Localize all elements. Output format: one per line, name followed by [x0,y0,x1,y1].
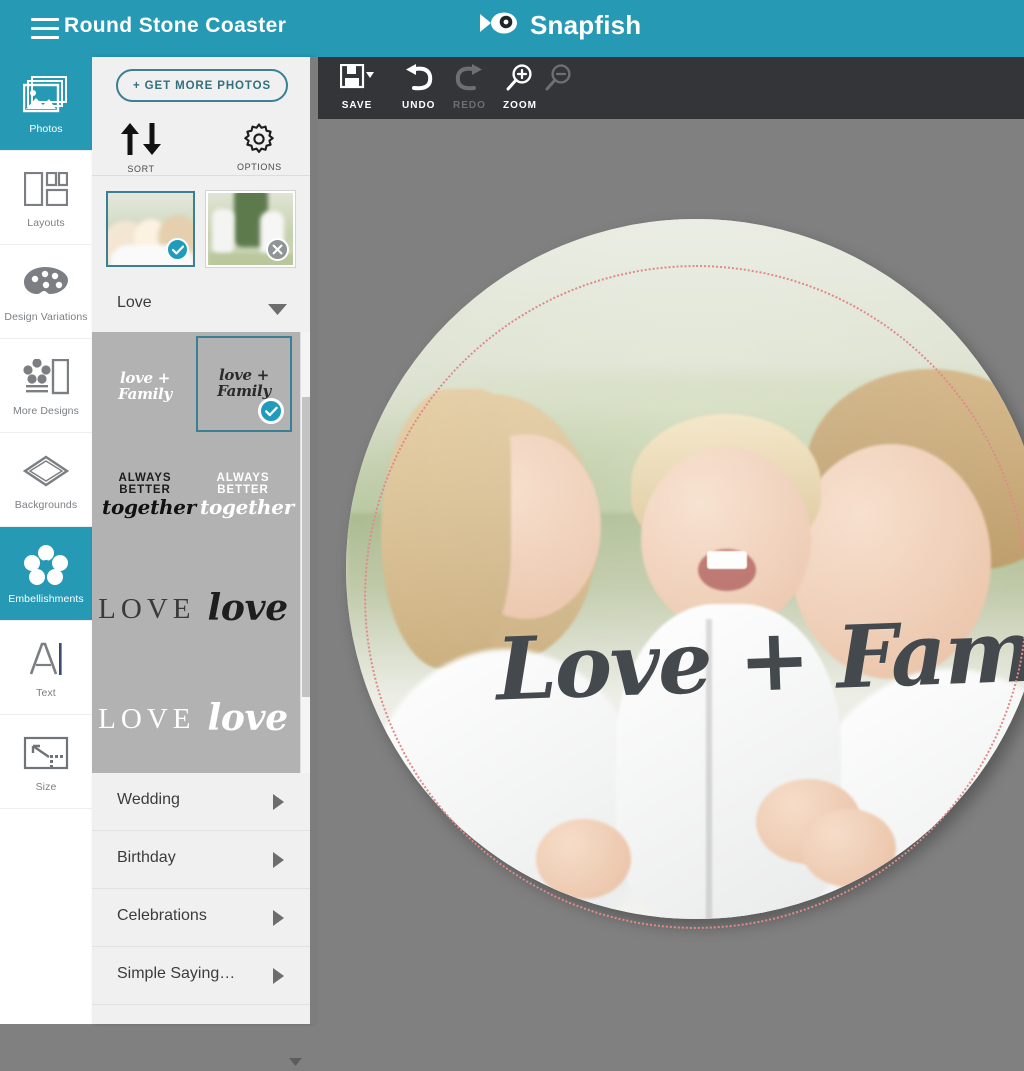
top-header-bar: Round Stone Coaster Snapfish [0,0,1024,57]
category-label: Celebrations [117,907,207,925]
palette-icon [23,259,69,307]
text-cursor-icon [25,635,67,683]
options-label: OPTIONS [237,162,282,172]
category-label: Birthday [117,849,176,867]
embellishment-label: ALWAYS BETTER together [102,472,188,518]
coaster-photo [346,219,1024,919]
photo-thumbnail[interactable] [106,191,195,267]
undo-label: UNDO [402,100,435,111]
editor-toolbar: SAVE UNDO REDO [318,57,1024,119]
design-canvas[interactable]: Love + Family [318,119,1024,1024]
thumbnail-remove-badge[interactable] [266,238,289,261]
sidebar-item-label: Text [36,688,56,700]
options-button[interactable]: OPTIONS [237,123,282,172]
embellishment-item[interactable]: love + Family [98,342,192,432]
undo-button[interactable]: UNDO [402,64,435,111]
zoom-in-button[interactable]: ZOOM [503,64,537,111]
chevron-right-icon [273,910,284,931]
sort-label: SORT [127,164,154,174]
sidebar-item-label: Size [36,782,57,794]
redo-arrow-icon [453,64,485,97]
zoom-out-icon [544,64,574,97]
category-row-wedding[interactable]: Wedding [92,773,312,831]
sidebar-item-embellishments[interactable]: Embellishments [0,527,92,621]
chevron-right-icon [273,852,284,873]
save-button[interactable]: SAVE [340,64,374,111]
embellishment-label: LOVE love [98,700,288,738]
sidebar-item-label: More Designs [13,406,79,418]
embellishment-item-selected[interactable]: love + Family [196,336,292,432]
embellishment-label: love + Family [102,371,188,403]
category-label: Love [117,294,152,312]
resize-icon [23,729,69,777]
category-label: Wedding [117,791,180,809]
sidebar-item-label: Photos [29,124,62,136]
embellishment-label: love + Family [201,368,287,400]
embellishment-grid: love + Family love + Family ALWAYS BETTE… [92,332,300,773]
panel-divider [310,57,318,1024]
sort-arrows-icon [115,121,167,162]
brand-logo: Snapfish [478,10,641,41]
embellishment-selected-badge [258,398,284,424]
sort-button[interactable]: SORT [115,121,167,174]
embellishment-item[interactable]: ALWAYS BETTER together [98,450,192,540]
sidebar-item-label: Embellishments [8,594,84,606]
embellishment-item[interactable]: LOVE love [98,554,288,664]
sidebar-item-backgrounds[interactable]: Backgrounds [0,433,92,527]
left-sidebar: Photos Layouts [0,57,92,1024]
scroll-down-indicator-icon[interactable] [289,1053,302,1071]
app-root: Round Stone Coaster Snapfish [0,0,1024,1024]
zoom-in-icon [505,64,535,97]
photo-thumbnail-strip [92,176,312,280]
embellishment-item[interactable]: LOVE love [98,664,288,773]
sidebar-item-design-variations[interactable]: Design Variations [0,245,92,339]
snapfish-fish-logo-icon [478,10,522,41]
zoom-out-button[interactable] [544,64,574,97]
coaster-preview[interactable]: Love + Family [346,219,1024,919]
layouts-icon [24,165,68,213]
brand-name: Snapfish [530,10,641,41]
sidebar-item-label: Layouts [27,218,64,230]
save-label: SAVE [342,100,373,111]
floppy-disk-icon [340,64,374,97]
sidebar-item-label: Backgrounds [15,500,77,512]
embellishment-category-header[interactable]: Love [92,279,312,333]
photo-thumbnail[interactable] [206,191,295,267]
zoom-label: ZOOM [503,100,537,111]
photos-icon [23,71,69,119]
embellishment-label: ALWAYS BETTER together [200,472,286,518]
redo-button[interactable]: REDO [453,64,486,111]
sidebar-item-more-designs[interactable]: More Designs [0,339,92,433]
sidebar-item-text[interactable]: Text [0,621,92,715]
chevron-right-icon [273,968,284,989]
diamond-icon [23,447,69,495]
embellishment-item[interactable]: ALWAYS BETTER together [196,450,290,540]
hamburger-menu-icon[interactable] [31,18,59,39]
sidebar-item-layouts[interactable]: Layouts [0,151,92,245]
thumbnail-selected-badge [166,238,189,261]
embellishment-label: LOVE love [98,590,288,628]
chevron-right-icon [273,794,284,815]
category-row-birthday[interactable]: Birthday [92,831,312,889]
get-more-photos-button[interactable]: + GET MORE PHOTOS [116,69,288,102]
chevron-down-icon [268,302,287,320]
more-designs-icon [23,353,69,401]
redo-label: REDO [453,100,486,111]
category-label: Simple Saying… [117,965,235,983]
sidebar-item-photos[interactable]: Photos [0,57,92,151]
sidebar-item-size[interactable]: Size [0,715,92,809]
undo-arrow-icon [403,64,435,97]
page-title: Round Stone Coaster [64,14,286,38]
category-row-celebrations[interactable]: Celebrations [92,889,312,947]
sidebar-item-label: Design Variations [4,312,87,324]
embellishment-category-list: Wedding Birthday Celebrations Simple Say… [92,773,312,1005]
panel-tools-row: SORT OPTIONS [92,119,312,176]
flower-icon [24,541,68,589]
photos-embellishments-panel: + GET MORE PHOTOS SORT [92,57,312,1024]
gear-icon [243,123,275,160]
category-row-simple-saying[interactable]: Simple Saying… [92,947,312,1005]
